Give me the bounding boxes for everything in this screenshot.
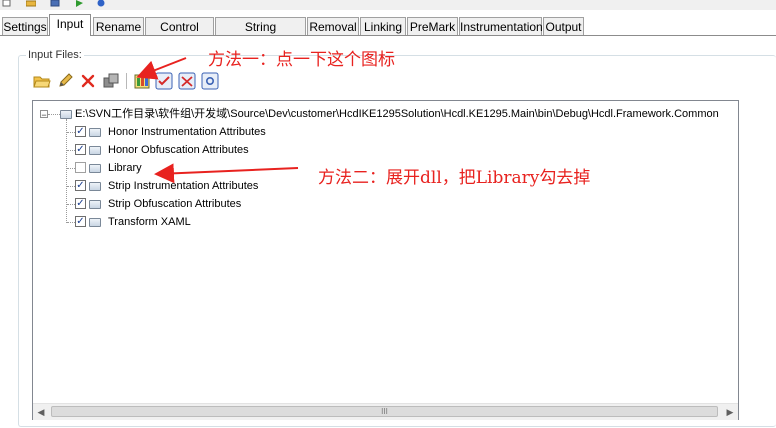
uncheck-icon[interactable] [178,72,196,90]
tree-line [48,114,60,115]
attribute-icon [89,128,101,137]
tree-item-library[interactable]: Library [108,160,142,176]
main-toolbar [0,0,776,10]
tab-string-encryption[interactable]: String Encryption [215,17,306,52]
collapse-icon[interactable]: − [40,110,48,120]
attribute-icon [89,218,101,227]
tree-root-label[interactable]: E:\SVN工作目录\软件组\开发域\Source\Dev\customer\H… [75,106,719,122]
tree-item-strip-obfuscation[interactable]: Strip Obfuscation Attributes [108,196,241,212]
new-file-icon[interactable] [2,0,12,7]
tab-control-flow[interactable]: Control Flow [145,17,214,52]
tab-removal[interactable]: Removal [307,17,359,35]
scroll-thumb[interactable]: III [51,406,718,417]
checkbox-strip-instrumentation[interactable]: ✓ [75,180,86,191]
horizontal-scrollbar[interactable]: ◀ III ▶ [33,403,738,420]
check-icon[interactable] [155,72,173,90]
assembly-icon [60,110,72,119]
tab-output[interactable]: Output [543,17,584,35]
properties-icon[interactable] [102,72,120,90]
delete-x-icon[interactable] [79,72,97,90]
tab-settings[interactable]: Settings [2,17,48,35]
attribute-icon [89,182,101,191]
toolbar-separator [126,73,127,89]
attribute-icon [89,164,101,173]
tab-rename[interactable]: Rename [93,17,144,35]
tab-input[interactable]: Input [49,14,91,36]
open-folder-icon[interactable] [33,72,51,90]
tree-line [67,168,75,169]
scroll-left-icon[interactable]: ◀ [33,404,49,420]
tree-item-honor-instrumentation[interactable]: Honor Instrumentation Attributes [108,124,266,140]
tree-line [67,150,75,151]
checkbox-honor-obfuscation[interactable]: ✓ [75,144,86,155]
tab-strip: Settings Input Rename Control Flow Strin… [0,14,776,52]
input-files-tree[interactable]: − E:\SVN工作目录\软件组\开发域\Source\Dev\customer… [32,100,739,420]
scroll-right-icon[interactable]: ▶ [722,404,738,420]
attribute-icon [89,200,101,209]
checkbox-transform-xaml[interactable]: ✓ [75,216,86,227]
attribute-icon [89,146,101,155]
open-folder-icon[interactable] [26,0,36,7]
checkbox-library[interactable] [75,162,86,173]
tree-line [67,204,75,205]
tree-line [67,132,75,133]
view-icon[interactable] [201,72,219,90]
input-files-label: Input Files: [26,49,84,61]
checkbox-strip-obfuscation[interactable]: ✓ [75,198,86,209]
annotation-method-two: 方法二：展开dll，把Library勾去掉 [318,168,591,188]
tree-line [67,222,75,223]
assembly-options-icon[interactable] [133,72,151,90]
tree-item-transform-xaml[interactable]: Transform XAML [108,214,191,230]
checkbox-honor-instrumentation[interactable]: ✓ [75,126,86,137]
edit-pencil-icon[interactable] [56,72,74,90]
tab-linking[interactable]: Linking [360,17,406,35]
run-icon[interactable] [74,0,84,7]
tree-line [67,186,75,187]
save-icon[interactable] [50,0,60,7]
tree-line [66,119,67,223]
tab-premark[interactable]: PreMark [407,17,458,35]
tree-item-honor-obfuscation[interactable]: Honor Obfuscation Attributes [108,142,249,158]
tree-item-strip-instrumentation[interactable]: Strip Instrumentation Attributes [108,178,258,194]
tab-instrumentation[interactable]: Instrumentation [459,17,543,35]
annotation-method-one: 方法一：点一下这个图标 [208,50,395,70]
help-icon[interactable] [96,0,106,7]
